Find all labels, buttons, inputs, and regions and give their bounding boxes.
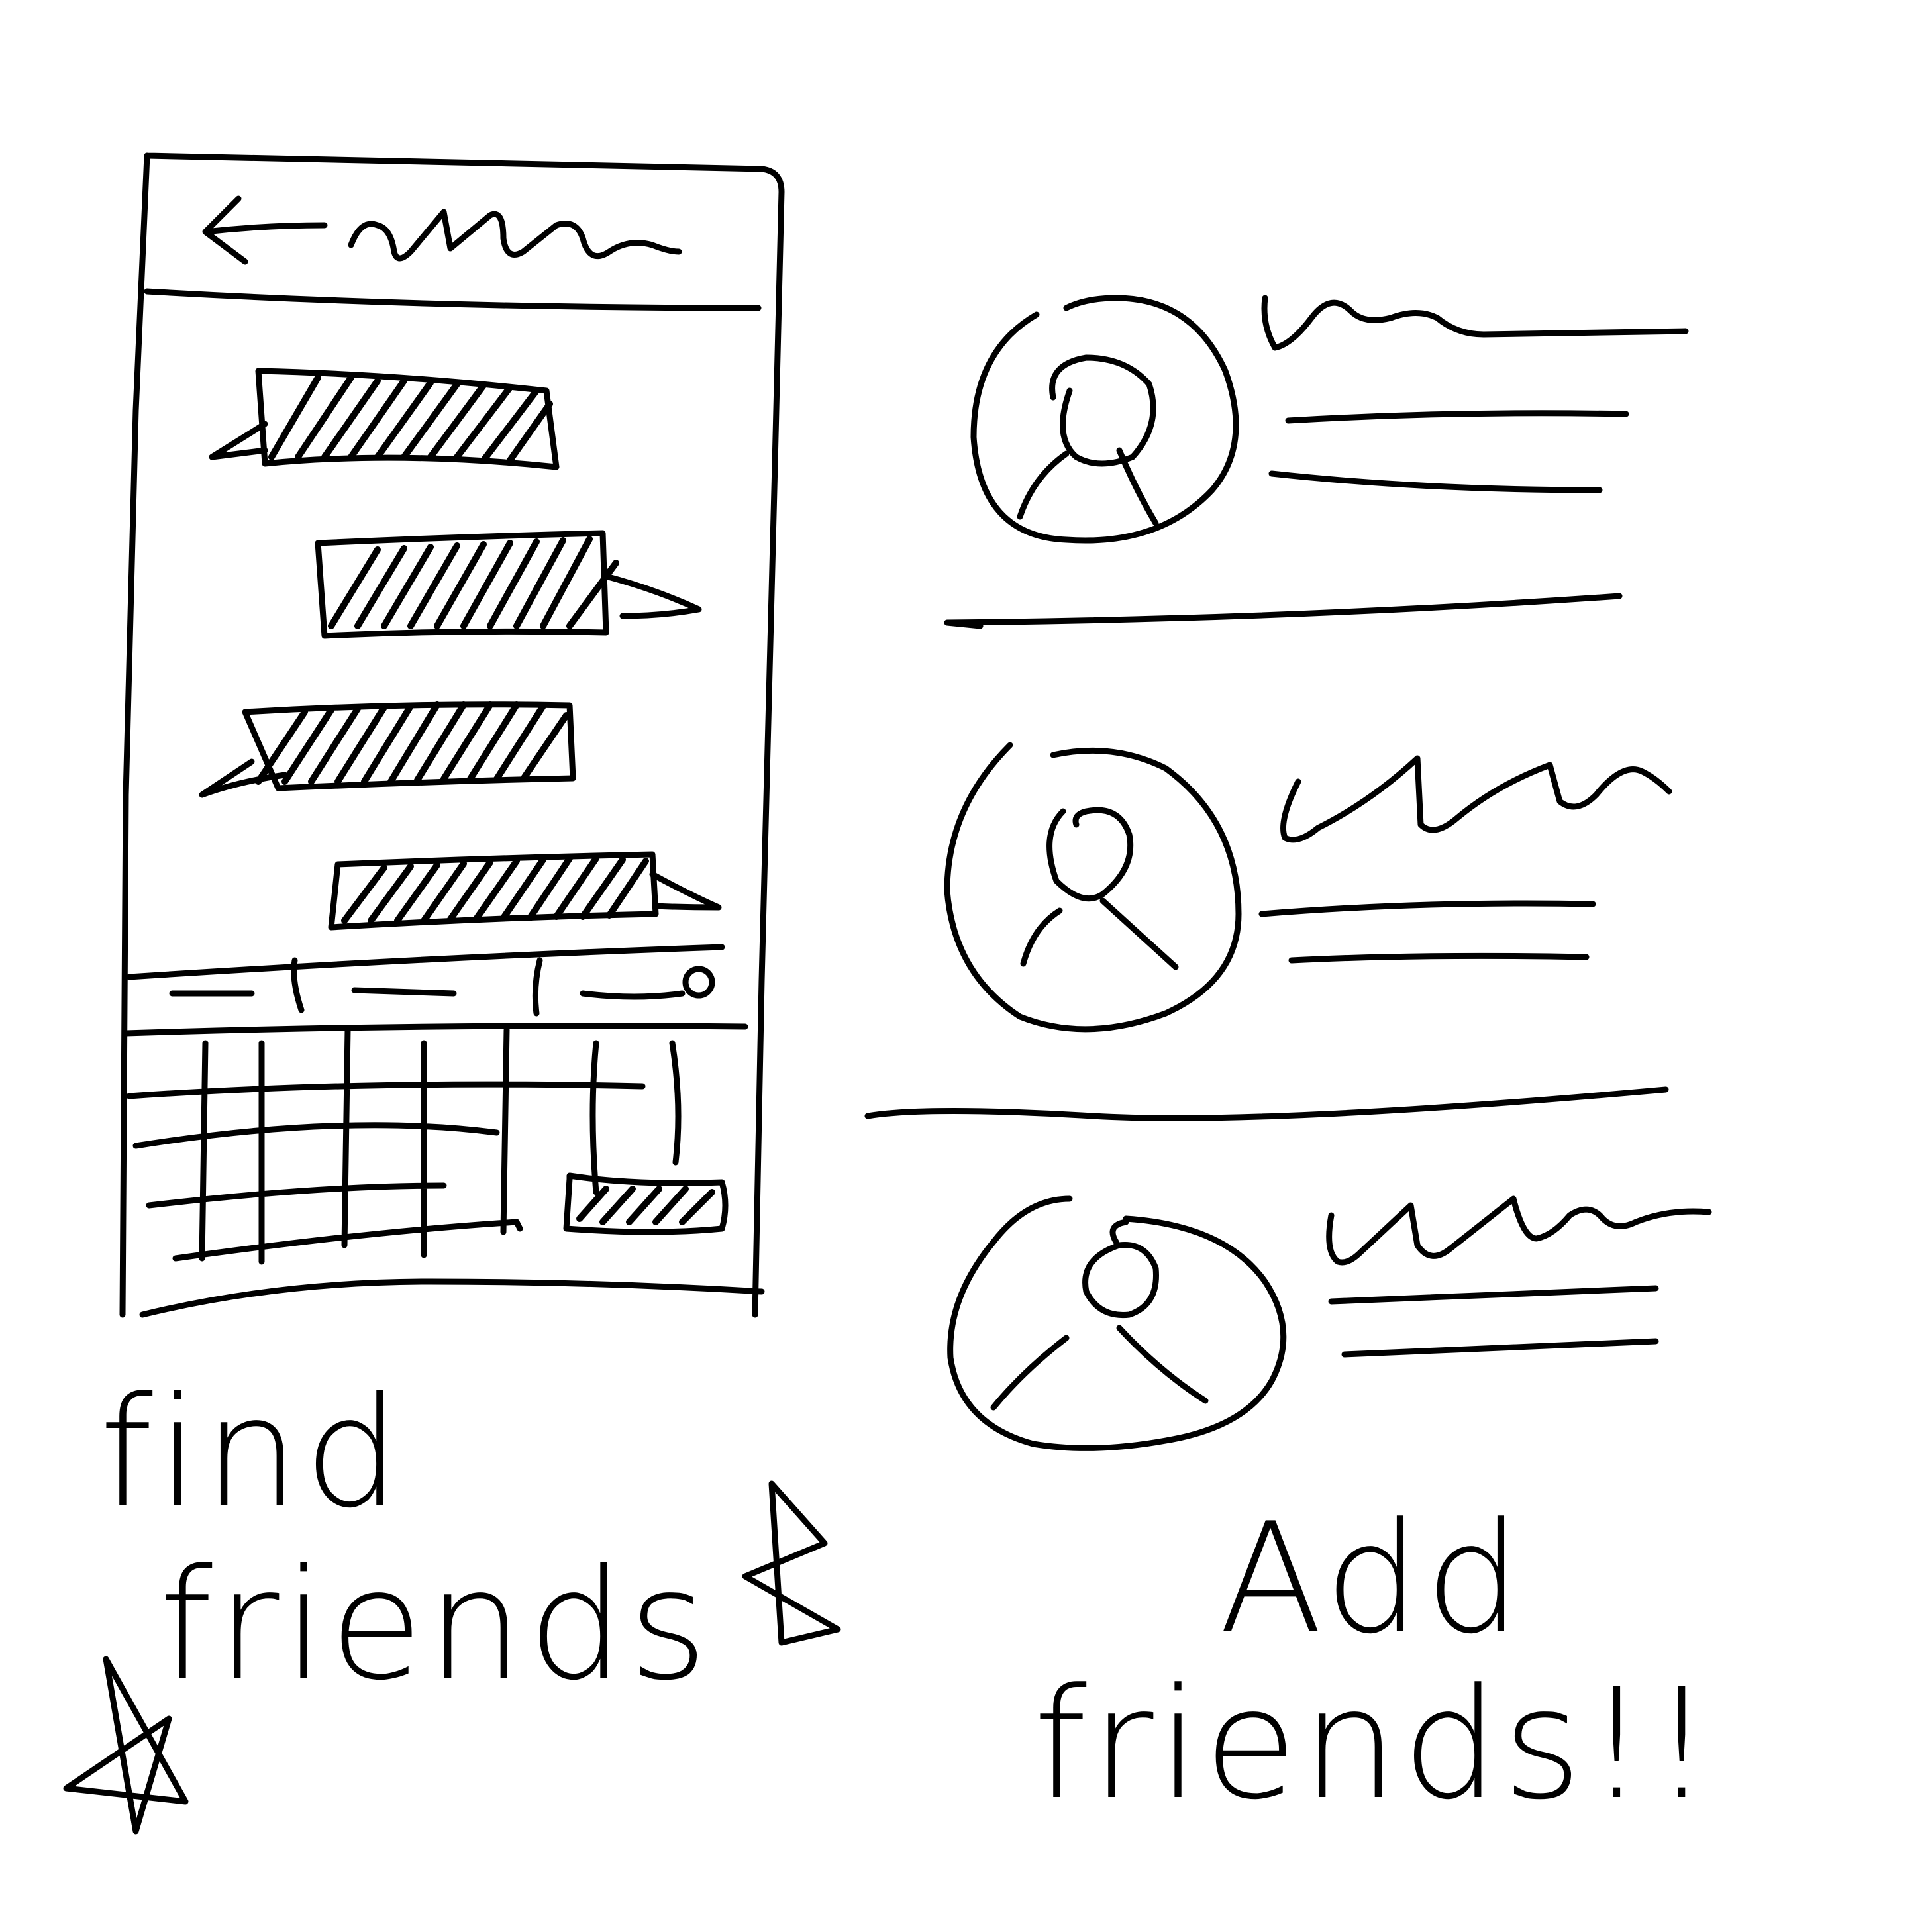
friend-name-squiggle	[1326, 1195, 1712, 1266]
caption-add-friends-line1: Add	[1219, 1491, 1526, 1668]
keyboard[interactable]	[126, 1027, 729, 1265]
friend-row[interactable]	[864, 742, 1672, 1121]
caption-find-friends-line1: find	[99, 1365, 405, 1542]
friend-row[interactable]	[947, 1195, 1712, 1451]
keyboard-send-key[interactable]	[563, 1172, 729, 1235]
caption-add-friends-line2: friends!!	[1033, 1656, 1716, 1833]
avatar[interactable]	[944, 742, 1242, 1033]
message-bubble	[315, 530, 702, 639]
phone-wireframe	[119, 152, 785, 1318]
friend-row[interactable]	[944, 295, 1689, 629]
message-bubble	[328, 851, 722, 931]
top-bar[interactable]	[144, 195, 762, 311]
caption-find-friends: find friends	[99, 1378, 828, 1702]
friend-list	[864, 295, 1712, 1451]
top-bar-divider	[144, 288, 762, 311]
caption-add-friends: Add friends!!	[1033, 1503, 1894, 1821]
message-bubble	[209, 368, 560, 470]
row-divider	[864, 1086, 1669, 1121]
back-arrow-icon[interactable]	[202, 195, 328, 265]
friend-detail-line	[1268, 410, 1629, 493]
avatar[interactable]	[970, 295, 1239, 544]
friend-name-squiggle	[1280, 755, 1672, 843]
message-list	[199, 368, 722, 931]
input-bar-top-line	[126, 944, 725, 980]
friend-detail-line	[1328, 1285, 1659, 1358]
screen-title-squiggle	[348, 209, 682, 262]
keyboard-grid	[126, 1027, 682, 1265]
friend-detail-line	[1258, 900, 1596, 964]
user-avatar-icon	[1017, 354, 1159, 527]
input-bar-bottom-line	[123, 1023, 748, 1037]
phone-frame	[119, 152, 785, 1318]
message-bubble	[199, 701, 576, 798]
user-avatar-icon	[990, 1219, 1209, 1411]
avatar[interactable]	[947, 1195, 1287, 1451]
user-avatar-icon	[1020, 807, 1179, 970]
friend-name-squiggle	[1261, 295, 1689, 351]
message-input-bar[interactable]	[123, 944, 748, 1037]
send-button-icon[interactable]	[682, 966, 715, 999]
row-divider	[944, 593, 1623, 629]
caption-find-friends-line2: friends	[159, 1537, 712, 1714]
